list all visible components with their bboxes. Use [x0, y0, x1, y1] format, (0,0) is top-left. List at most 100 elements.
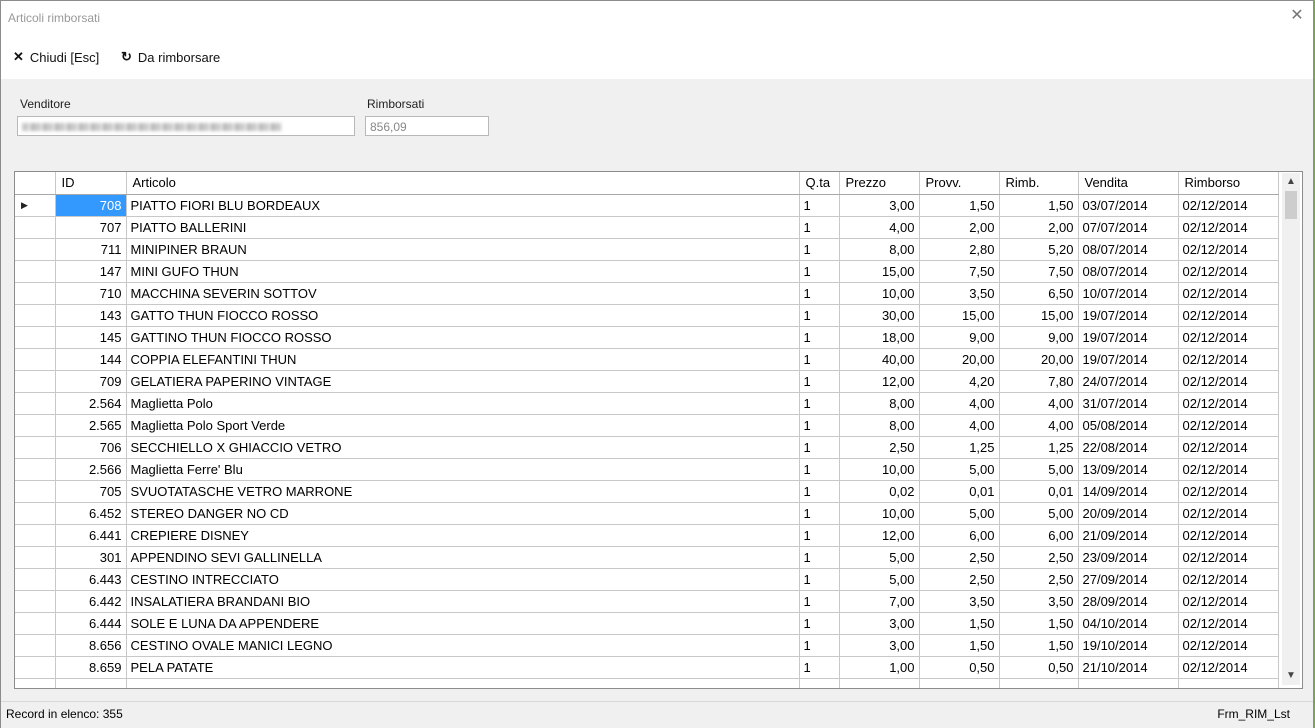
table-cell[interactable]: 5,00 [839, 568, 920, 591]
table-cell[interactable]: 1 [799, 348, 840, 371]
table-cell[interactable]: 1,25 [999, 436, 1079, 459]
table-row[interactable]: 711 MINIPINER BRAUN 1 8,00 2,80 5,20 08/07/201… [15, 238, 1279, 261]
table-cell[interactable]: 15,00 [919, 304, 1000, 327]
table-cell[interactable]: 18,00 [839, 326, 920, 349]
table-cell[interactable]: 2,50 [919, 568, 1000, 591]
table-cell[interactable]: 30,00 [839, 304, 920, 327]
table-row[interactable]: 147 MINI GUFO THUN 1 15,00 7,50 7,50 08/07/201… [15, 260, 1279, 283]
table-cell[interactable]: 9,00 [919, 326, 1000, 349]
table-cell[interactable]: 1 [799, 216, 840, 239]
table-cell[interactable]: Maglietta Ferre' Blu [126, 458, 800, 481]
table-cell[interactable]: 2,50 [999, 568, 1079, 591]
row-indicator[interactable]: ▶ [15, 194, 56, 217]
table-cell[interactable]: 1 [799, 326, 840, 349]
table-cell[interactable]: 6.443 [55, 568, 127, 591]
table-cell[interactable]: 02/12/2014 [1178, 590, 1279, 613]
col-header-provv[interactable]: Provv. [919, 172, 1000, 195]
table-cell[interactable]: 02/12/2014 [1178, 370, 1279, 393]
table-cell[interactable] [999, 678, 1079, 688]
table-cell[interactable]: 8,00 [839, 414, 920, 437]
close-button[interactable]: ✕ Chiudi [Esc] [13, 47, 99, 67]
table-cell[interactable]: SOLE E LUNA DA APPENDERE [126, 612, 800, 635]
row-indicator[interactable] [15, 436, 56, 459]
close-window-icon[interactable]: ✕ [1286, 5, 1308, 27]
table-cell[interactable]: 15,00 [999, 304, 1079, 327]
table-cell[interactable]: 709 [55, 370, 127, 393]
table-cell[interactable]: COPPIA ELEFANTINI THUN [126, 348, 800, 371]
table-cell[interactable]: Maglietta Polo Sport Verde [126, 414, 800, 437]
table-cell[interactable]: 1 [799, 304, 840, 327]
table-cell[interactable]: 705 [55, 480, 127, 503]
table-cell[interactable]: 1 [799, 282, 840, 305]
table-cell[interactable]: APPENDINO SEVI GALLINELLA [126, 546, 800, 569]
table-cell[interactable]: CREPIERE DISNEY [126, 524, 800, 547]
table-cell[interactable]: 02/12/2014 [1178, 568, 1279, 591]
table-cell[interactable]: 13/09/2014 [1078, 458, 1179, 481]
row-indicator[interactable] [15, 590, 56, 613]
table-row[interactable]: 6.444 SOLE E LUNA DA APPENDERE 1 3,00 1,50 1,… [15, 612, 1279, 635]
table-cell[interactable]: 1,50 [999, 612, 1079, 635]
table-row[interactable]: 2.566 Maglietta Ferre' Blu 1 10,00 5,00 5,00 1… [15, 458, 1279, 481]
table-cell[interactable]: 1 [799, 612, 840, 635]
table-cell[interactable]: 02/12/2014 [1178, 612, 1279, 635]
table-cell[interactable]: 02/12/2014 [1178, 194, 1279, 217]
table-row[interactable]: 707 PIATTO BALLERINI 1 4,00 2,00 2,00 07/07/20… [15, 216, 1279, 239]
table-row[interactable]: 6.441 CREPIERE DISNEY 1 12,00 6,00 6,00 21/09/… [15, 524, 1279, 547]
table-cell[interactable]: 4,00 [999, 392, 1079, 415]
table-cell[interactable]: 8.659 [55, 656, 127, 679]
col-header-rimborso[interactable]: Rimborso [1178, 172, 1279, 195]
table-cell[interactable]: 02/12/2014 [1178, 392, 1279, 415]
table-cell[interactable] [839, 678, 920, 688]
table-cell[interactable]: 02/12/2014 [1178, 436, 1279, 459]
table-cell[interactable]: 1 [799, 656, 840, 679]
table-cell[interactable]: 02/12/2014 [1178, 282, 1279, 305]
row-indicator[interactable] [15, 546, 56, 569]
table-cell[interactable]: 144 [55, 348, 127, 371]
table-cell[interactable]: 3,50 [919, 282, 1000, 305]
table-cell[interactable] [799, 678, 840, 688]
row-indicator[interactable] [15, 568, 56, 591]
col-header-id[interactable]: ID [55, 172, 127, 195]
table-cell[interactable]: 1,50 [999, 194, 1079, 217]
table-cell[interactable]: 20/09/2014 [1078, 502, 1179, 525]
table-cell[interactable]: 12,00 [839, 524, 920, 547]
table-cell[interactable]: 4,00 [919, 414, 1000, 437]
table-cell[interactable]: 1 [799, 436, 840, 459]
table-cell[interactable]: 02/12/2014 [1178, 458, 1279, 481]
table-cell[interactable]: 2,00 [919, 216, 1000, 239]
table-cell[interactable]: 0,01 [999, 480, 1079, 503]
table-cell[interactable]: 10,00 [839, 502, 920, 525]
table-cell[interactable]: 02/12/2014 [1178, 502, 1279, 525]
table-cell[interactable]: MINI GUFO THUN [126, 260, 800, 283]
table-cell[interactable]: 6.452 [55, 502, 127, 525]
table-row[interactable]: 2.565 Maglietta Polo Sport Verde 1 8,00 4,00… [15, 414, 1279, 437]
table-cell[interactable] [55, 678, 127, 688]
table-cell[interactable]: 0,50 [999, 656, 1079, 679]
table-cell[interactable]: 02/12/2014 [1178, 304, 1279, 327]
table-cell[interactable]: 1,50 [999, 634, 1079, 657]
table-cell[interactable]: 1,25 [919, 436, 1000, 459]
table-cell[interactable]: 707 [55, 216, 127, 239]
table-cell[interactable]: 5,00 [839, 546, 920, 569]
table-cell[interactable]: CESTINO INTRECCIATO [126, 568, 800, 591]
table-cell[interactable]: 4,00 [839, 216, 920, 239]
table-cell[interactable]: 2.564 [55, 392, 127, 415]
table-cell[interactable]: 10,00 [839, 282, 920, 305]
table-cell[interactable]: 1 [799, 546, 840, 569]
table-cell[interactable]: 2.565 [55, 414, 127, 437]
table-cell[interactable]: 3,00 [839, 194, 920, 217]
table-cell[interactable]: 708 [55, 194, 127, 217]
table-cell[interactable]: 19/10/2014 [1078, 634, 1179, 657]
table-cell[interactable]: 8,00 [839, 392, 920, 415]
row-indicator[interactable] [15, 656, 56, 679]
table-cell[interactable]: 1,00 [839, 656, 920, 679]
table-cell[interactable] [126, 678, 800, 688]
table-row[interactable]: 6.452 STEREO DANGER NO CD 1 10,00 5,00 5,00 20… [15, 502, 1279, 525]
table-cell[interactable]: 02/12/2014 [1178, 480, 1279, 503]
table-cell[interactable]: 12,00 [839, 370, 920, 393]
table-row[interactable]: 706 SECCHIELLO X GHIACCIO VETRO 1 2,50 1,25 1… [15, 436, 1279, 459]
table-cell[interactable]: PIATTO FIORI BLU BORDEAUX [126, 194, 800, 217]
table-cell[interactable]: 2,00 [999, 216, 1079, 239]
table-cell[interactable]: 8,00 [839, 238, 920, 261]
table-cell[interactable]: 1 [799, 568, 840, 591]
